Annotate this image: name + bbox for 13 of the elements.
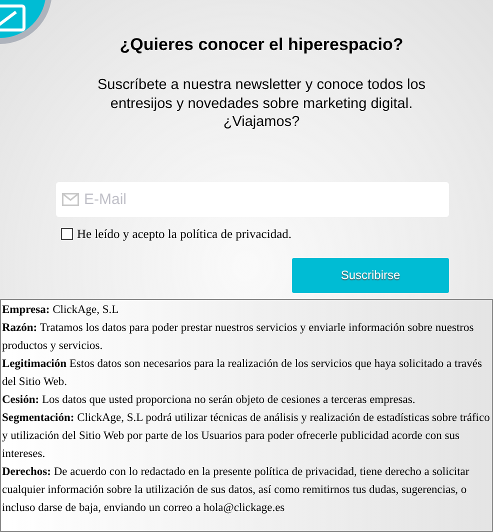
checkbox[interactable] — [61, 228, 73, 240]
consent-label: He leído y acepto la política de privacidad. — [77, 226, 292, 242]
subscribe-button[interactable]: Suscribirse — [292, 258, 449, 292]
heading: ¿Quieres conocer el hiperespacio? — [118, 35, 404, 55]
envelope-badge-icon — [0, 0, 54, 45]
policy-paragraph: Razón: Tratamos los datos para poder prestar nuestros servicios y enviarle información sobre nuestros productos y servicios. — [2, 320, 475, 354]
intro-text: Suscríbete a nuestra newsletter y conoce todos los entresijos y novedades sobre marketing digital. ¿Viajamos? — [96, 76, 427, 132]
policy-paragraph: Cesión: Los datos que usted proporciona no serán objeto de cesiones a terceras empresas. — [2, 392, 416, 408]
policy-paragraph: Segmentación: ClickAge, S.L podrá utilizar técnicas de análisis y realización de estadísticas sobre tráfico y utilización del Sitio Web por parte de los Usuarios para poder ofrecerle publicidad acorde con sus intereses. — [2, 410, 491, 462]
policy-paragraph: Empresa: ClickAge, S.L — [2, 302, 120, 318]
policy-paragraph: Derechos: De acuerdo con lo redactado en la presente política de privacidad, tiene derecho a solicitar cualquier información sobre la utilización de sus datos, así como remitirnos tus dudas, sugerencias, o incluso darse de baja, enviando un correo a hola@clickage.es — [2, 464, 470, 516]
policy-paragraph: Legitimación Estos datos son necesarios para la realización de los servicios que haya solicitado a través del Sitio Web. — [2, 356, 483, 390]
email-field[interactable]: E-Mail — [56, 182, 449, 216]
